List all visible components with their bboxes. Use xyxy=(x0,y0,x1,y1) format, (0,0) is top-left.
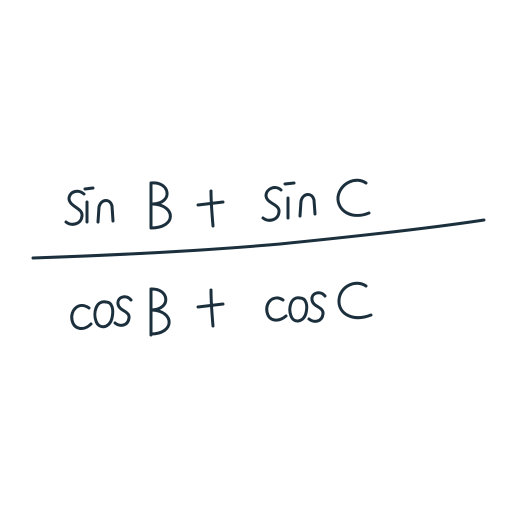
numerator-i-stroke xyxy=(83,186,95,224)
denominator-ink xyxy=(70,281,373,337)
numerator-plus-stroke xyxy=(196,189,225,228)
numerator-s-stroke xyxy=(64,189,86,226)
denominator-o2-stroke xyxy=(288,296,309,323)
numerator-s2-stroke xyxy=(261,186,283,222)
denominator-b-stroke xyxy=(149,287,171,337)
denominator-c2-stroke xyxy=(265,296,288,322)
numerator-n2-stroke xyxy=(298,193,317,218)
numerator-c-stroke xyxy=(336,178,371,217)
denominator-plus-stroke xyxy=(196,288,225,328)
numerator-i2-stroke xyxy=(283,181,296,220)
denominator-c-stroke xyxy=(70,304,93,330)
handwritten-fraction xyxy=(31,178,486,337)
denominator-c3-stroke xyxy=(337,281,373,320)
numerator-ink xyxy=(64,178,371,230)
numerator-n-stroke xyxy=(96,199,115,224)
numerator-b-stroke xyxy=(149,181,172,230)
denominator-s-stroke xyxy=(113,295,133,327)
denominator-s2-stroke xyxy=(307,291,327,323)
fraction-bar xyxy=(31,218,486,260)
handwriting-canvas: sin B + sin C cos B + cos C xyxy=(0,0,515,515)
denominator-o-stroke xyxy=(93,300,115,329)
